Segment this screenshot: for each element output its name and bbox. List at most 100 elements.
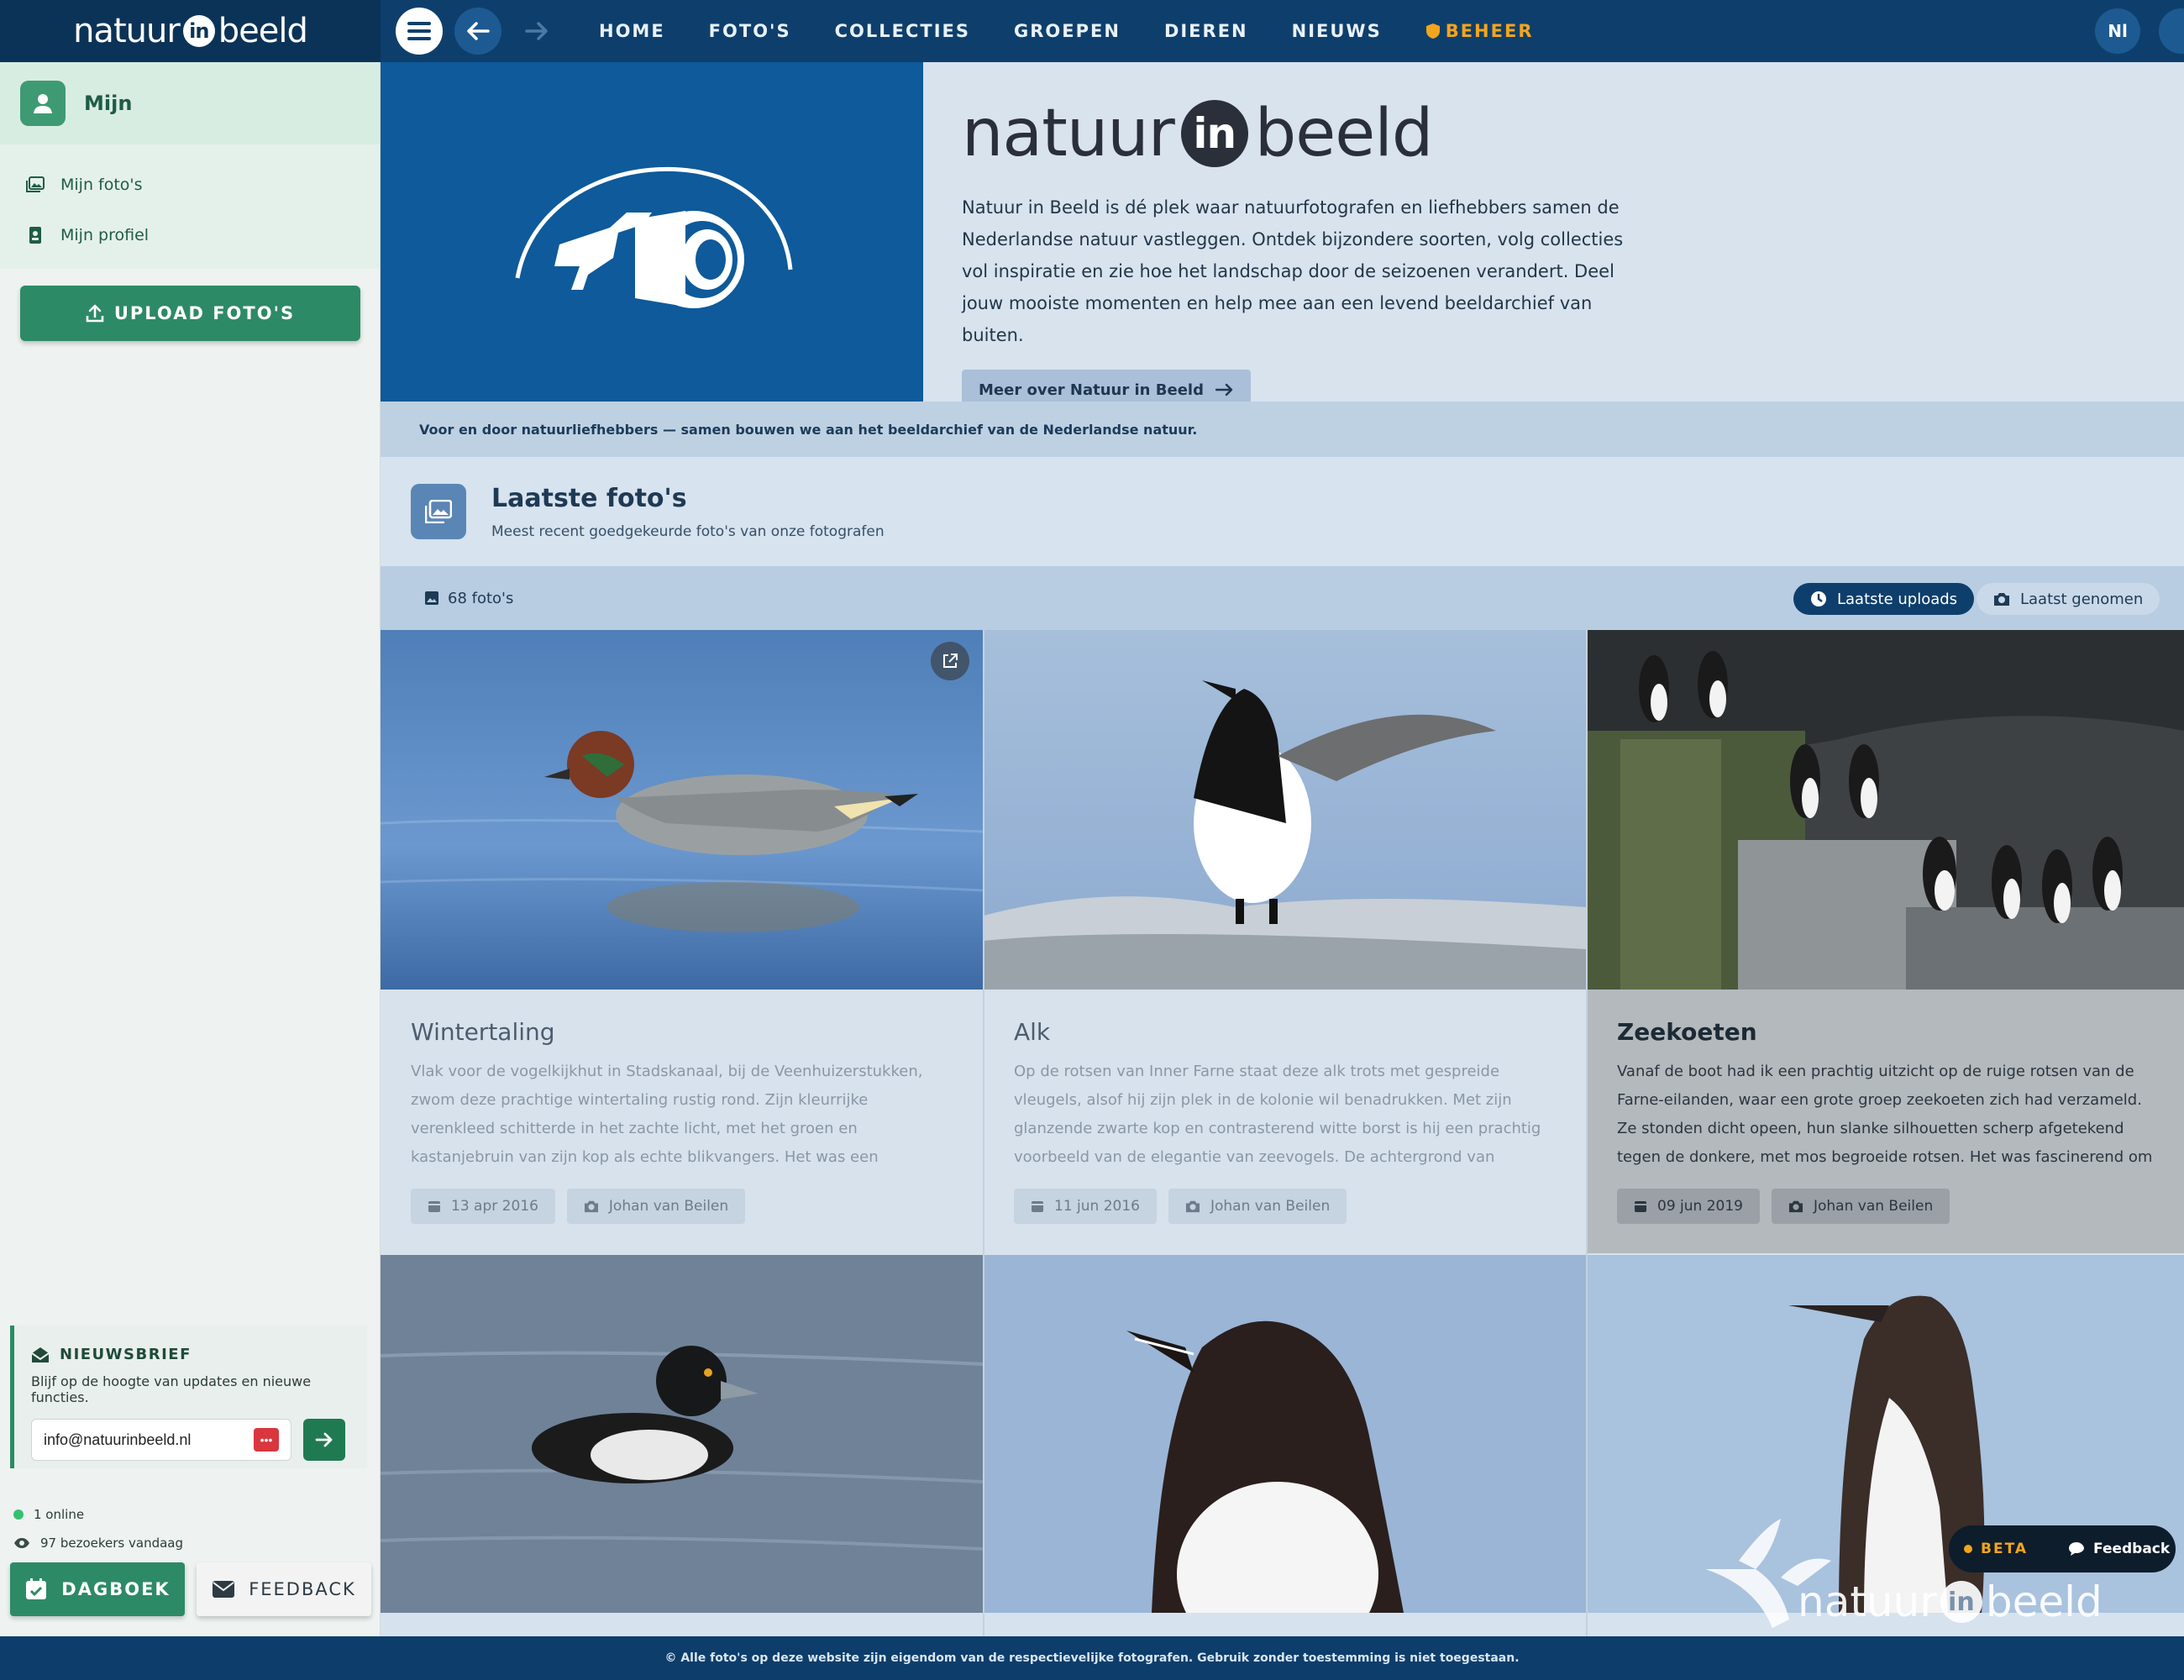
theme-toggle-button[interactable] [2159, 8, 2184, 54]
language-button[interactable]: Nl [2095, 8, 2140, 54]
photo-card[interactable] [381, 1255, 983, 1613]
hamburger-icon [407, 22, 431, 40]
image-icon [425, 591, 438, 605]
watermark-text-in: in [1940, 1581, 1982, 1623]
hero-logo: natuur in beeld [962, 96, 2145, 171]
camera-logo-icon [515, 166, 793, 308]
photo-meta: 09 jun 2019 Johan van Beilen [1617, 1189, 2154, 1224]
brand-text-in: in [182, 15, 215, 47]
feedback-pill-button[interactable]: Feedback [2068, 1541, 2170, 1557]
upload-icon [86, 304, 104, 323]
photos-toolbar: 68 foto's Laatste uploads Laatst genomen [381, 566, 2184, 630]
hero-logo-pre: natuur [962, 96, 1175, 171]
newsletter-form: info@natuurinbeeld.nl ••• [31, 1419, 350, 1461]
external-link-icon [943, 654, 958, 668]
nav-collecties[interactable]: COLLECTIES [835, 21, 970, 41]
user-icon [34, 94, 52, 113]
clock-icon [1811, 591, 1826, 606]
newsletter-submit-button[interactable] [303, 1419, 345, 1461]
back-button[interactable] [454, 8, 501, 55]
upload-label: UPLOAD FOTO'S [113, 303, 296, 323]
photo-alk-portret[interactable] [984, 1255, 1586, 1613]
photo-author-chip[interactable]: Johan van Beilen [566, 1189, 746, 1224]
sort-latest-uploads[interactable]: Laatste uploads [1793, 583, 1975, 615]
hero-description: Natuur in Beeld is dé plek waar natuurfo… [962, 197, 1624, 345]
sidebar-item-mijn-fotos[interactable]: Mijn foto's [0, 160, 380, 210]
brand-text-pre: natuur [73, 12, 181, 50]
watermark-text-post: beeld [1985, 1578, 2103, 1626]
photo-date: 13 apr 2016 [451, 1198, 538, 1215]
beta-feedback-pill[interactable]: BETA Feedback [1949, 1525, 2176, 1572]
hero-cta-label: Meer over Natuur in Beeld [979, 381, 1204, 399]
brand-logo[interactable]: natuur in beeld [0, 0, 381, 62]
nav-groepen[interactable]: GROEPEN [1014, 21, 1121, 41]
sidebar-list: Mijn foto's Mijn profiel [0, 144, 380, 269]
envelope-icon [213, 1581, 235, 1598]
open-external-button[interactable] [931, 642, 969, 680]
photo-date-chip: 13 apr 2016 [411, 1189, 555, 1224]
sidebar-item-mijn-profiel[interactable]: Mijn profiel [0, 210, 380, 260]
photo-alk[interactable] [984, 630, 1586, 990]
forward-button[interactable] [513, 8, 560, 55]
nav-nieuws[interactable]: NIEUWS [1292, 21, 1382, 41]
dagboek-label: DAGBOEK [61, 1579, 171, 1599]
sidebar-user-header: Mijn [0, 62, 380, 144]
beta-label: BETA [1981, 1541, 2029, 1557]
newsletter-email-input[interactable]: info@natuurinbeeld.nl ••• [31, 1419, 291, 1461]
photo-date: 11 jun 2016 [1054, 1198, 1140, 1215]
sidebar-bottom-buttons: DAGBOEK FEEDBACK [10, 1562, 371, 1616]
camera-icon [1185, 1200, 1200, 1213]
newsletter-header: NIEUWSBRIEF [31, 1346, 350, 1363]
photo-description: Op de rotsen van Inner Farne staat deze … [1014, 1063, 1541, 1166]
photo-count: 68 foto's [424, 590, 513, 607]
photo-title[interactable]: Alk [1014, 1018, 1556, 1046]
photo-date: 09 jun 2019 [1657, 1198, 1743, 1215]
upload-photos-button[interactable]: UPLOAD FOTO'S [20, 286, 360, 341]
menu-button[interactable] [396, 8, 443, 55]
camera-icon [584, 1200, 598, 1213]
images-icon [26, 176, 45, 192]
photo-author: Johan van Beilen [608, 1198, 729, 1215]
visitors-count: 97 bezoekers vandaag [40, 1536, 184, 1551]
nav-beheer-label: BEHEER [1445, 21, 1534, 41]
online-dot-icon [13, 1509, 24, 1520]
photo-card[interactable]: Zeekoeten Vanaf de boot had ik een prach… [1587, 630, 2184, 1253]
photo-title[interactable]: Wintertaling [411, 1018, 953, 1046]
grid-divider [983, 630, 984, 1638]
nav-fotos[interactable]: FOTO'S [709, 21, 791, 41]
feedback-pill-label: Feedback [2093, 1541, 2171, 1557]
password-manager-icon[interactable]: ••• [254, 1428, 279, 1452]
photo-wintertaling[interactable] [381, 630, 983, 990]
online-stat: 1 online [13, 1500, 183, 1529]
photo-description: Vanaf de boot had ik een prachtig uitzic… [1617, 1063, 2153, 1166]
dagboek-button[interactable]: DAGBOEK [10, 1562, 185, 1616]
feedback-button[interactable]: FEEDBACK [197, 1562, 371, 1616]
photo-title[interactable]: Zeekoeten [1617, 1018, 2154, 1046]
photo-card[interactable] [984, 1255, 1586, 1613]
photo-card-body: Wintertaling Vlak voor de vogelkijkhut i… [381, 990, 983, 1253]
nav-home[interactable]: HOME [599, 21, 665, 41]
tagline-banner: Voor en door natuurliefhebbers — samen b… [381, 402, 2184, 457]
latest-photos-header: Laatste foto's Meest recent goedgekeurde… [381, 457, 2184, 566]
sort-latest-uploads-label: Laatste uploads [1837, 590, 1958, 608]
section-icon [411, 484, 466, 539]
visitors-stat: 97 bezoekers vandaag [13, 1529, 183, 1557]
nav-beheer[interactable]: BEHEER [1425, 21, 1534, 41]
sidebar-title: Mijn [84, 92, 133, 115]
photo-author-chip[interactable]: Johan van Beilen [1771, 1189, 1950, 1224]
photo-card[interactable]: Alk Op de rotsen van Inner Farne staat d… [984, 630, 1586, 1253]
section-title: Laatste foto's [491, 483, 687, 513]
nav-dieren[interactable]: DIEREN [1164, 21, 1248, 41]
site-stats: 1 online 97 bezoekers vandaag [13, 1500, 183, 1557]
arrow-right-icon [1215, 383, 1233, 396]
shield-icon [1425, 24, 1440, 39]
photo-author-chip[interactable]: Johan van Beilen [1168, 1189, 1347, 1224]
photo-card[interactable]: Wintertaling Vlak voor de vogelkijkhut i… [381, 630, 983, 1253]
feedback-label: FEEDBACK [249, 1579, 356, 1599]
sort-latest-taken[interactable]: Laatst genomen [1977, 583, 2160, 615]
newsletter-title: NIEUWSBRIEF [60, 1346, 192, 1363]
chat-bubble-icon [2069, 1542, 2085, 1556]
photo-zeekoeten[interactable] [1587, 630, 2184, 990]
watermark-text: natuur in beeld [1798, 1578, 2103, 1626]
photo-ringsnavel-eend[interactable] [381, 1255, 983, 1613]
